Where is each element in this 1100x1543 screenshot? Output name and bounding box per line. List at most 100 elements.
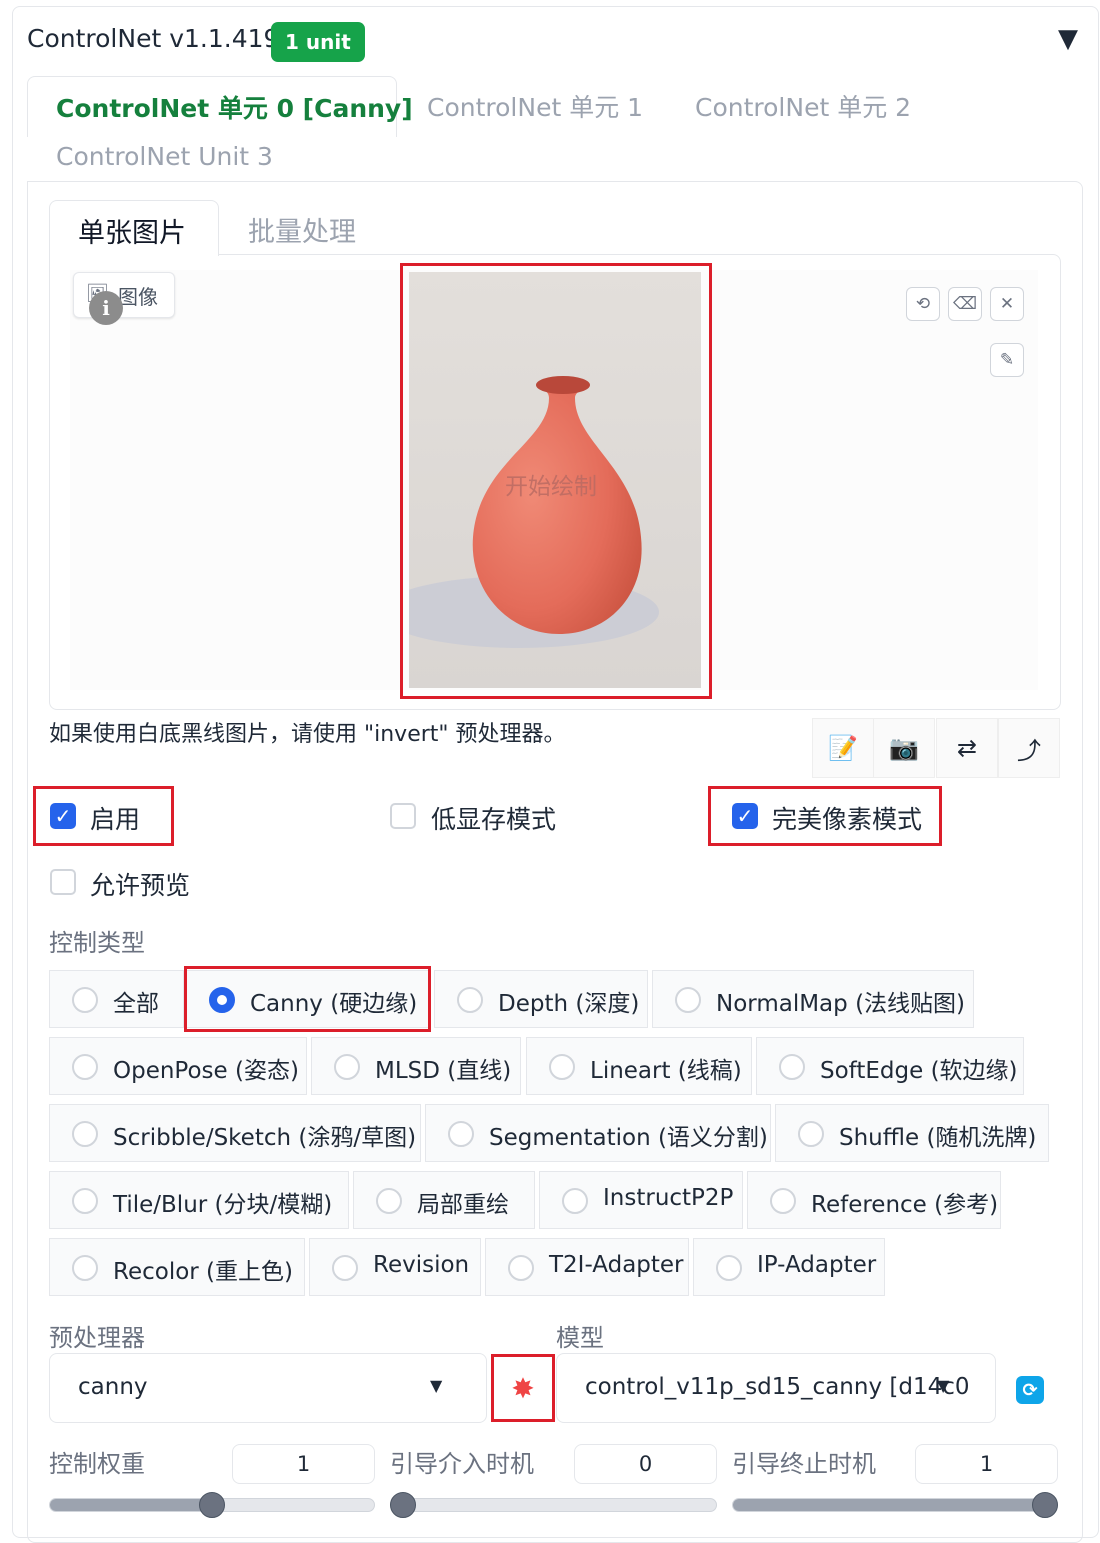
radio-button[interactable] [72,1255,98,1281]
guidance-start-label: 引导介入时机 [390,1450,534,1478]
model-label: 模型 [556,1324,604,1352]
slider-fill [733,1499,1057,1511]
allow-preview-label: 允许预览 [90,871,191,900]
control-type-option[interactable]: 全部 [49,970,184,1028]
radio-button[interactable] [72,1121,98,1147]
control-type-option[interactable]: OpenPose (姿态) [49,1037,307,1095]
radio-button[interactable] [770,1188,796,1214]
tab-unit-1[interactable]: ControlNet 单元 1 [427,88,643,124]
model-select[interactable]: control_v11p_sd15_canny [d14c0 ▼ [556,1353,996,1423]
control-type-option[interactable]: Lineart (线稿) [526,1037,752,1095]
radio-button[interactable] [72,1054,98,1080]
radio-button[interactable] [798,1121,824,1147]
tab-single-image[interactable]: 单张图片 [49,200,219,256]
enable-highlight-frame [33,786,174,846]
run-preprocessor-highlight-frame [491,1354,555,1422]
panel-title: ControlNet v1.1.419 [27,24,280,53]
swap-icon[interactable]: ⇄ [936,718,998,778]
undo-icon[interactable]: ⟲ [906,287,940,321]
radio-button[interactable] [716,1255,742,1281]
tab-unit-2[interactable]: ControlNet 单元 2 [695,88,911,124]
tab-batch[interactable]: 批量处理 [248,210,356,249]
control-type-label: 控制类型 [49,929,145,957]
info-icon[interactable]: i [89,291,123,325]
radio-button[interactable] [334,1054,360,1080]
control-type-option[interactable]: SoftEdge (软边缘) [756,1037,1024,1095]
tab-single-image-label: 单张图片 [78,218,186,249]
image-highlight-frame [400,263,712,699]
control-type-option-label: OpenPose (姿态) [113,1058,299,1084]
eraser-icon[interactable]: ⌫ [948,287,982,321]
control-type-option[interactable]: IP-Adapter [693,1238,885,1296]
radio-button[interactable] [779,1054,805,1080]
unit-count-badge: 1 unit [271,22,365,62]
control-type-option-label: InstructP2P [603,1185,734,1211]
guidance-start-slider-thumb[interactable] [390,1492,416,1518]
control-type-option[interactable]: 局部重绘 [353,1171,535,1229]
refresh-icon[interactable]: ⟳ [1016,1376,1044,1404]
control-type-option-label: T2I-Adapter [549,1252,684,1278]
guidance-end-slider[interactable] [732,1498,1058,1512]
radio-button[interactable] [72,1188,98,1214]
image-label-text: 图像 [118,285,158,309]
canny-highlight-frame [184,966,431,1032]
control-type-option[interactable]: Depth (深度) [434,970,648,1028]
tab-unit-0[interactable]: ControlNet 单元 0 [Canny] [27,76,413,137]
tab-unit-3[interactable]: ControlNet Unit 3 [56,142,273,171]
radio-button[interactable] [448,1121,474,1147]
low-vram-label: 低显存模式 [431,805,557,834]
preprocessor-select[interactable]: canny ▼ [49,1353,487,1423]
radio-button[interactable] [508,1255,534,1281]
chevron-down-icon: ▼ [430,1376,443,1395]
radio-button[interactable] [675,987,701,1013]
control-type-option[interactable]: Scribble/Sketch (涂鸦/草图) [49,1104,421,1162]
control-type-option-label: Shuffle (随机洗牌) [839,1125,1037,1151]
control-type-option-label: Recolor (重上色) [113,1259,293,1285]
radio-button[interactable] [72,987,98,1013]
slider-fill [50,1499,212,1511]
radio-button[interactable] [562,1188,588,1214]
preprocessor-value: canny [78,1374,148,1400]
control-type-option[interactable]: Revision [309,1238,481,1296]
brush-icon[interactable]: ✎ [990,343,1024,377]
camera-icon[interactable]: 📷 [873,718,935,778]
model-value: control_v11p_sd15_canny [d14c0 [585,1374,970,1400]
send-dimensions-icon[interactable]: ⤴ [998,718,1060,778]
control-type-option[interactable]: Tile/Blur (分块/模糊) [49,1171,349,1229]
radio-button[interactable] [457,987,483,1013]
radio-button[interactable] [376,1188,402,1214]
guidance-end-input[interactable]: 1 [915,1444,1058,1484]
collapse-toggle-icon[interactable]: ▼ [1058,24,1078,54]
control-type-option[interactable]: NormalMap (法线贴图) [652,970,974,1028]
control-type-option-label: Segmentation (语义分割) [489,1125,768,1151]
allow-preview-checkbox[interactable] [50,869,76,895]
radio-button[interactable] [332,1255,358,1281]
control-type-option[interactable]: Shuffle (随机洗牌) [775,1104,1049,1162]
control-type-option-label: Scribble/Sketch (涂鸦/草图) [113,1125,417,1151]
preprocessor-label: 预处理器 [49,1324,145,1352]
radio-button[interactable] [549,1054,575,1080]
guidance-start-input[interactable]: 0 [574,1444,717,1484]
guidance-end-slider-thumb[interactable] [1032,1492,1058,1518]
new-canvas-icon[interactable]: 📝 [812,718,874,778]
guidance-end-label: 引导终止时机 [732,1450,876,1478]
control-type-option-label: Reference (参考) [811,1192,999,1218]
control-type-option-label: Tile/Blur (分块/模糊) [113,1192,333,1218]
control-weight-slider-thumb[interactable] [199,1492,225,1518]
control-type-option[interactable]: T2I-Adapter [485,1238,689,1296]
low-vram-checkbox[interactable] [390,803,416,829]
control-weight-input[interactable]: 1 [232,1444,375,1484]
control-type-option-label: NormalMap (法线贴图) [716,991,966,1017]
close-icon[interactable]: ✕ [990,287,1024,321]
guidance-start-slider[interactable] [390,1498,717,1512]
control-type-option[interactable]: Segmentation (语义分割) [425,1104,771,1162]
control-type-option[interactable]: MLSD (直线) [311,1037,521,1095]
control-type-option-label: Depth (深度) [498,991,640,1017]
control-type-option-label: 局部重绘 [417,1192,509,1218]
invert-hint: 如果使用白底黑线图片，请使用 "invert" 预处理器。 [49,722,566,747]
control-weight-label: 控制权重 [49,1450,145,1478]
chevron-down-icon: ▼ [937,1376,950,1395]
control-type-option[interactable]: Recolor (重上色) [49,1238,305,1296]
control-type-option[interactable]: Reference (参考) [747,1171,1001,1229]
control-type-option[interactable]: InstructP2P [539,1171,743,1229]
